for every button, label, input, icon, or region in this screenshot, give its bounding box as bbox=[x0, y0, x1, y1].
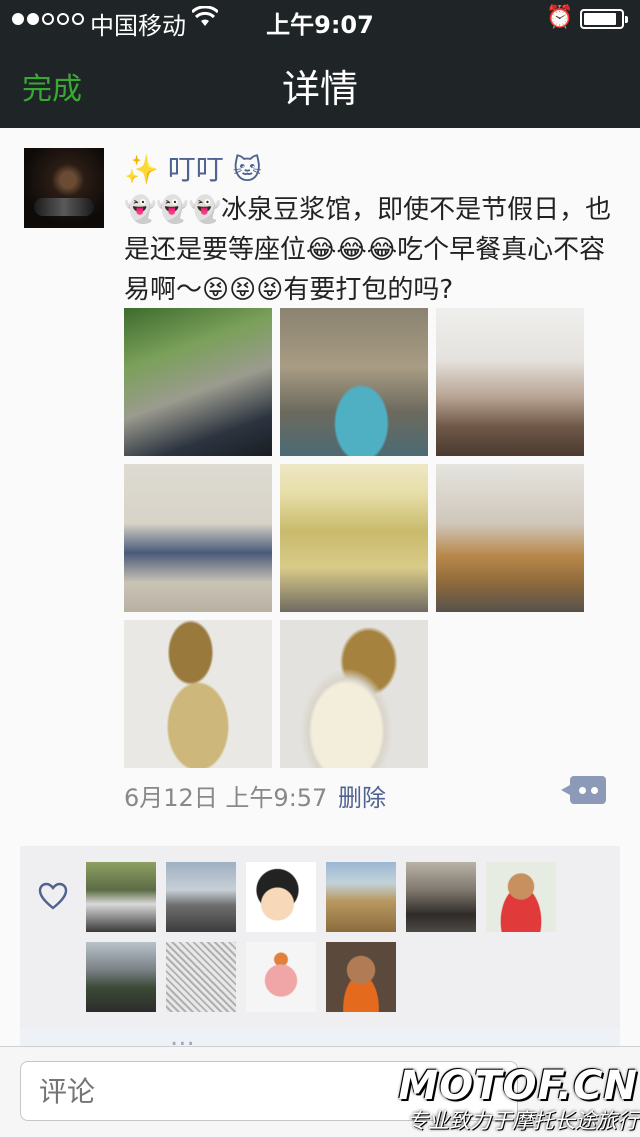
poster-nickname[interactable]: ✨ 叮叮 🐱 bbox=[124, 148, 262, 188]
post-photo[interactable] bbox=[280, 620, 428, 768]
post-text: 👻👻👻冰泉豆浆馆，即使不是节假日，也是还是要等座位😂😂😂吃个早餐真心不容易啊～😝… bbox=[124, 195, 612, 305]
liker-avatar[interactable] bbox=[326, 862, 396, 932]
comment-preview: ... bbox=[20, 1022, 620, 1052]
poster-avatar[interactable] bbox=[24, 148, 104, 228]
liker-avatar[interactable] bbox=[406, 862, 476, 932]
post-photo[interactable] bbox=[124, 620, 272, 768]
liker-avatar[interactable] bbox=[166, 862, 236, 932]
post-photo[interactable] bbox=[436, 308, 584, 456]
liker-avatar[interactable] bbox=[246, 942, 316, 1012]
battery-icon bbox=[580, 9, 628, 29]
post-timestamp: 6月12日 上午9:57 bbox=[124, 784, 328, 812]
watermark-slogan: 专业致力于摩托长途旅行 bbox=[407, 1109, 638, 1133]
post-photo[interactable] bbox=[280, 464, 428, 612]
nav-bar: 完成 详情 bbox=[0, 40, 640, 128]
comment-action-icon[interactable] bbox=[561, 776, 606, 804]
liker-avatar[interactable] bbox=[86, 862, 156, 932]
status-time: 上午9:07 bbox=[266, 11, 374, 39]
post-photo[interactable] bbox=[280, 308, 428, 456]
liker-avatar[interactable] bbox=[86, 942, 156, 1012]
moment-post: ✨ 叮叮 🐱 👻👻👻冰泉豆浆馆，即使不是节假日，也是还是要等座位😂😂😂吃个早餐真… bbox=[0, 128, 640, 1052]
post-photo[interactable] bbox=[436, 464, 584, 612]
page-title: 详情 bbox=[281, 67, 358, 111]
delete-button[interactable]: 删除 bbox=[338, 778, 386, 813]
alarm-icon: ⏰ bbox=[546, 5, 574, 30]
liker-avatar[interactable] bbox=[486, 862, 556, 932]
heart-icon bbox=[38, 882, 68, 910]
liker-avatar[interactable] bbox=[326, 942, 396, 1012]
status-bar: 中国移动 上午9:07 ⏰ bbox=[0, 0, 640, 40]
post-photo[interactable] bbox=[124, 308, 272, 456]
watermark-logo: MOTOF.CN bbox=[398, 1063, 638, 1109]
watermark: MOTOF.CN 专业致力于摩托长途旅行 bbox=[398, 1064, 638, 1134]
liker-avatar[interactable] bbox=[166, 942, 236, 1012]
likes-panel bbox=[20, 846, 620, 1029]
post-photo[interactable] bbox=[124, 464, 272, 612]
liker-avatar[interactable] bbox=[246, 862, 316, 932]
